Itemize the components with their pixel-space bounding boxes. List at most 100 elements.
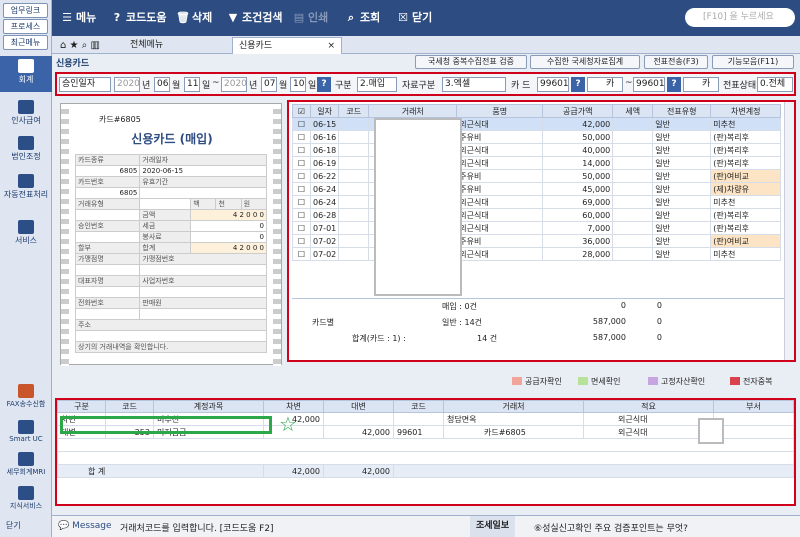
tax[interactable]	[612, 143, 654, 157]
debit-account[interactable]: 미추천	[710, 247, 782, 261]
slip-type[interactable]: 일반	[652, 117, 712, 131]
news-ticker[interactable]: ⑥성실신고확인 주요 검증포인트는 무엇?	[534, 521, 688, 534]
debit-account[interactable]: (판)여비교	[710, 169, 782, 183]
select-all-checkbox[interactable]: ☑	[292, 104, 311, 118]
sidebar-item-service[interactable]: 서비스	[0, 220, 52, 246]
code[interactable]	[338, 208, 370, 222]
code[interactable]	[338, 117, 370, 131]
code[interactable]	[338, 234, 370, 248]
slip-type[interactable]: 일반	[652, 130, 712, 144]
slip-type[interactable]: 일반	[652, 182, 712, 196]
supply-amount[interactable]: 7,000	[542, 221, 614, 235]
date[interactable]: 06-15	[309, 117, 340, 131]
supply-amount[interactable]: 50,000	[542, 169, 614, 183]
checkbox[interactable]: ☐	[292, 117, 311, 131]
slip-type[interactable]: 일반	[652, 156, 712, 170]
col-tax[interactable]: 세액	[612, 104, 654, 118]
code[interactable]	[338, 221, 370, 235]
debit-account[interactable]: (판)여비교	[710, 234, 782, 248]
sidebar-item-payroll[interactable]: 인사급여	[0, 100, 52, 126]
transaction-row[interactable]: ☐ 06-15 외근식대 42,000 일반 미추천	[292, 117, 782, 131]
transaction-row[interactable]: ☐ 06-18 외근식대 40,000 일반 (판)복리후	[292, 143, 782, 157]
vendor-code[interactable]: 99601	[393, 425, 444, 439]
supply-amount[interactable]: 60,000	[542, 208, 614, 222]
supply-amount[interactable]: 40,000	[542, 143, 614, 157]
card-to-help-button[interactable]: ?	[667, 77, 681, 92]
date[interactable]: 07-01	[309, 221, 340, 235]
checkbox[interactable]: ☐	[292, 247, 311, 261]
debit-account[interactable]: (판)복리후	[710, 143, 782, 157]
empty-row[interactable]	[57, 438, 794, 452]
home-icon[interactable]: ⌂ ★ ⌕ ▥	[54, 37, 106, 54]
col-credit[interactable]: 대변	[323, 400, 394, 413]
to-year-field[interactable]: 2020	[221, 77, 247, 92]
function-collection-button[interactable]: 기능모음(F11)	[712, 55, 794, 69]
slip-type[interactable]: 일반	[652, 143, 712, 157]
memo[interactable]: 외근식대	[583, 425, 714, 439]
item[interactable]: 주유비	[456, 234, 544, 248]
item[interactable]: 주유비	[456, 130, 544, 144]
vendor[interactable]: 카드#6805	[443, 425, 584, 439]
col-item[interactable]: 품명	[456, 104, 544, 118]
tab-all-menu[interactable]: 전체메뉴	[124, 37, 169, 54]
item[interactable]: 외근식대	[456, 143, 544, 157]
debit-account[interactable]: (제)차량유	[710, 182, 782, 196]
col-code-2[interactable]: 코드	[393, 400, 444, 413]
search-input[interactable]: [F10] 을 누르세요	[685, 8, 795, 27]
col-debit-account[interactable]: 차변계정	[710, 104, 782, 118]
date[interactable]: 06-16	[309, 130, 340, 144]
work-link-button[interactable]: 업무링크	[3, 3, 48, 18]
tax[interactable]	[612, 221, 654, 235]
checkbox[interactable]: ☐	[292, 143, 311, 157]
supply-amount[interactable]: 45,000	[542, 182, 614, 196]
sidebar-item-knowledge[interactable]: 지식서비스	[0, 486, 52, 511]
process-button[interactable]: 프로세스	[3, 19, 48, 34]
slip-status-select[interactable]: 0.전체	[757, 77, 793, 92]
checkbox[interactable]: ☐	[292, 208, 311, 222]
slip-type[interactable]: 일반	[652, 169, 712, 183]
credit[interactable]: 42,000	[323, 425, 394, 439]
checkbox[interactable]: ☐	[292, 156, 311, 170]
close-button[interactable]: ☒ 닫기	[396, 6, 432, 30]
checkbox[interactable]: ☐	[292, 221, 311, 235]
col-dept[interactable]: 부서	[713, 400, 794, 413]
code[interactable]	[338, 143, 370, 157]
date[interactable]: 06-28	[309, 208, 340, 222]
dept[interactable]	[713, 425, 794, 439]
transaction-row[interactable]: ☐ 06-28 외근식대 60,000 일반 (판)복리후	[292, 208, 782, 222]
sidebar-item-fax[interactable]: FAX송수신함	[0, 384, 52, 409]
debit-account[interactable]: 미추천	[710, 117, 782, 131]
dept[interactable]	[713, 412, 794, 426]
news-label[interactable]: 조세일보	[470, 516, 516, 537]
card-to-field[interactable]: 99601	[633, 77, 665, 92]
col-vendor[interactable]: 거래처	[368, 104, 458, 118]
code[interactable]	[338, 130, 370, 144]
transaction-row[interactable]: ☐ 06-19 외근식대 14,000 일반 (판)복리후	[292, 156, 782, 170]
checkbox[interactable]: ☐	[292, 195, 311, 209]
item[interactable]: 외근식대	[456, 195, 544, 209]
from-year-field[interactable]: 2020	[114, 77, 140, 92]
tax[interactable]	[612, 169, 654, 183]
sidebar-item-mri[interactable]: 세무회계MRI	[0, 452, 52, 477]
col-side[interactable]: 구분	[57, 400, 106, 413]
empty-row[interactable]	[57, 451, 794, 465]
memo[interactable]: 외근식대	[583, 412, 714, 426]
sidebar-item-smart-uc[interactable]: Smart UC	[0, 420, 52, 443]
slip-type[interactable]: 일반	[652, 221, 712, 235]
debit-account[interactable]: (판)복리후	[710, 156, 782, 170]
send-slip-button[interactable]: 전표전송(F3)	[644, 55, 708, 69]
code[interactable]	[338, 182, 370, 196]
code[interactable]	[338, 195, 370, 209]
col-slip-type[interactable]: 전표유형	[652, 104, 712, 118]
to-day-field[interactable]: 10	[290, 77, 306, 92]
nts-data-summary-button[interactable]: 수집한 국세청자료집계	[530, 55, 640, 69]
col-vendor[interactable]: 거래처	[443, 400, 584, 413]
checkbox[interactable]: ☐	[292, 130, 311, 144]
date-help-button[interactable]: ?	[317, 77, 331, 92]
supply-amount[interactable]: 50,000	[542, 130, 614, 144]
condition-search-button[interactable]: ▼ 조건검색	[226, 6, 283, 30]
col-date[interactable]: 일자	[309, 104, 340, 118]
card-from-field[interactable]: 99601	[537, 77, 569, 92]
supply-amount[interactable]: 42,000	[542, 117, 614, 131]
checkbox[interactable]: ☐	[292, 234, 311, 248]
